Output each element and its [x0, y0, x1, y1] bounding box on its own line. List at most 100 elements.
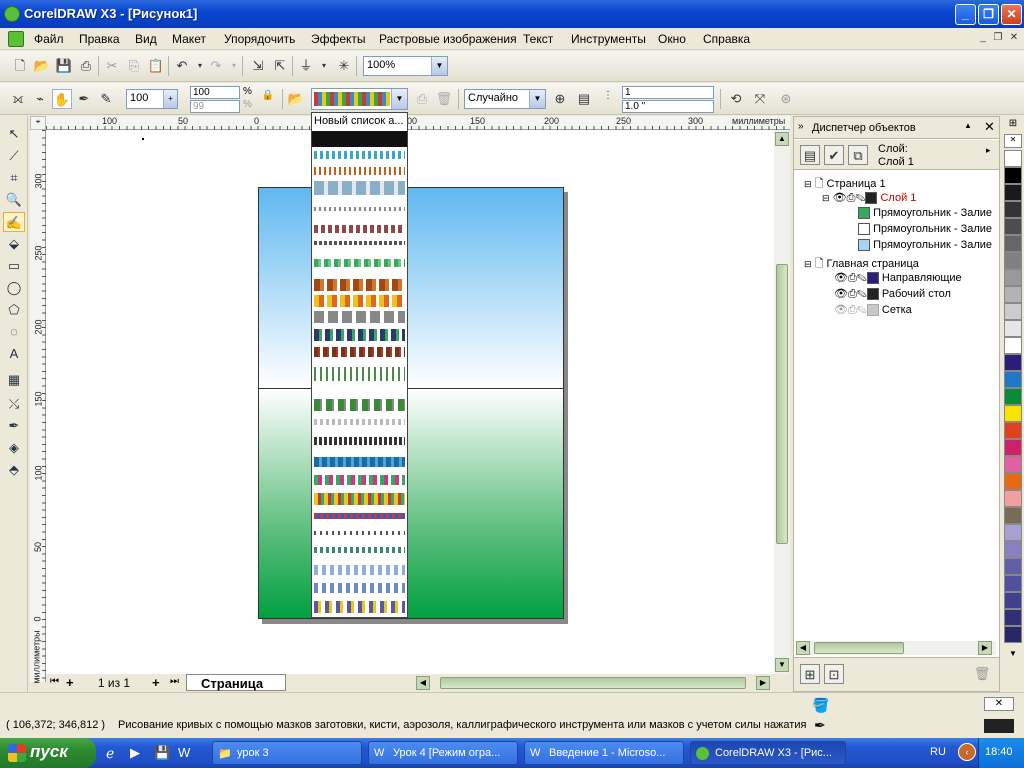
- drawing-canvas[interactable]: [46, 130, 774, 674]
- brush-item[interactable]: [314, 565, 405, 575]
- color-swatch[interactable]: [1004, 405, 1022, 422]
- no-color-swatch[interactable]: ✕: [1004, 134, 1022, 148]
- pencil-icon[interactable]: ✎: [857, 288, 867, 300]
- color-swatch[interactable]: [1004, 439, 1022, 456]
- scroll-up-icon[interactable]: ▲: [775, 132, 789, 146]
- brush-item[interactable]: [314, 475, 405, 485]
- basic-shapes-tool-icon[interactable]: ◌: [3, 322, 25, 342]
- printer-icon[interactable]: ⎙: [848, 272, 857, 284]
- launcher-dropdown-icon[interactable]: ▾: [314, 56, 334, 76]
- menu-help[interactable]: Справка: [703, 32, 750, 46]
- calligraphic-icon[interactable]: ✒: [74, 89, 94, 109]
- export-icon[interactable]: ⇱: [270, 56, 290, 76]
- menu-edit[interactable]: Правка: [79, 32, 120, 46]
- vertical-ruler[interactable]: 300 250 200 150 100 50 0 миллиметры: [30, 130, 46, 684]
- spacing-spin[interactable]: 1.0 ": [622, 100, 714, 113]
- brush-item[interactable]: [314, 207, 405, 211]
- color-swatch[interactable]: [1004, 507, 1022, 524]
- color-swatch[interactable]: [1004, 558, 1022, 575]
- restore-button[interactable]: ❐: [978, 4, 999, 25]
- pick-tool-icon[interactable]: ↖: [3, 124, 25, 144]
- fill-status-swatch[interactable]: ✕: [984, 697, 1014, 711]
- close-button[interactable]: ✕: [1001, 4, 1022, 25]
- dabs-spin[interactable]: 1: [622, 86, 714, 99]
- tree-node-rect-blue[interactable]: Прямоугольник - Залие: [858, 239, 992, 252]
- brush-icon[interactable]: ⌁: [30, 89, 50, 109]
- ruler-origin-icon[interactable]: ⌖: [30, 116, 46, 130]
- menu-view[interactable]: Вид: [135, 32, 157, 46]
- color-swatch[interactable]: [1004, 609, 1022, 626]
- brush-item[interactable]: [314, 513, 405, 519]
- task-word-lesson4[interactable]: W Урок 4 [Режим огра...: [368, 741, 518, 765]
- chevron-down-icon[interactable]: ▼: [431, 57, 447, 75]
- size-spin-1[interactable]: 100: [190, 86, 240, 99]
- polygon-tool-icon[interactable]: ⬠: [3, 300, 25, 320]
- scroll-thumb[interactable]: [776, 264, 788, 544]
- tab-page-1[interactable]: Страница 1: [186, 674, 286, 706]
- scroll-down-icon[interactable]: ▼: [775, 658, 789, 672]
- pencil-icon[interactable]: ✎: [857, 304, 867, 316]
- menu-text[interactable]: Текст: [523, 32, 553, 46]
- brush-item[interactable]: [314, 279, 405, 291]
- eyedropper-tool-icon[interactable]: ⤯: [3, 394, 25, 414]
- eye-icon[interactable]: 👁: [834, 304, 848, 316]
- color-swatch[interactable]: [1004, 218, 1022, 235]
- palette-scroll-down-icon[interactable]: ▼: [1004, 649, 1022, 663]
- ellipse-tool-icon[interactable]: ◯: [3, 278, 25, 298]
- color-swatch[interactable]: [1004, 354, 1022, 371]
- color-swatch[interactable]: [1004, 371, 1022, 388]
- color-swatch[interactable]: [1004, 252, 1022, 269]
- shape-tool-icon[interactable]: ⟋: [3, 146, 25, 166]
- outline-tool-icon[interactable]: ✒: [3, 416, 25, 436]
- eye-icon[interactable]: 👁: [834, 288, 848, 300]
- edit-across-layers-icon[interactable]: ✔: [824, 145, 844, 165]
- brush-item[interactable]: [314, 493, 405, 505]
- color-swatch[interactable]: [1004, 592, 1022, 609]
- brush-item[interactable]: [314, 367, 405, 381]
- print-icon[interactable]: ⎙: [76, 56, 96, 76]
- offset-icon[interactable]: ⤧: [750, 89, 770, 109]
- import-icon[interactable]: ⇲: [248, 56, 268, 76]
- color-swatch[interactable]: [1004, 150, 1022, 167]
- sprayer-icon[interactable]: ✋: [52, 89, 72, 109]
- scroll-left-icon[interactable]: ◀: [416, 676, 430, 690]
- brush-item[interactable]: [314, 329, 405, 341]
- color-swatch[interactable]: [1004, 490, 1022, 507]
- doc-close-icon[interactable]: ✕: [1006, 31, 1022, 45]
- edit-list-icon[interactable]: ▤: [574, 89, 594, 109]
- save-icon[interactable]: 💾: [54, 56, 74, 76]
- minimize-button[interactable]: _: [955, 4, 976, 25]
- brush-item[interactable]: [314, 295, 405, 307]
- dabs-icon[interactable]: ⋮: [598, 86, 618, 106]
- add-page-icon[interactable]: +: [66, 675, 74, 690]
- open-icon[interactable]: 📂: [32, 56, 52, 76]
- tree-node-guides[interactable]: 👁⎙✎ Направляющие: [834, 271, 962, 285]
- redo-icon[interactable]: ↷: [206, 56, 226, 76]
- layer-manager-view-icon[interactable]: ⧉: [848, 145, 868, 165]
- color-swatch[interactable]: [1004, 388, 1022, 405]
- add-page-icon[interactable]: +: [152, 675, 160, 690]
- menu-layout[interactable]: Макет: [172, 32, 206, 46]
- color-swatch[interactable]: [1004, 167, 1022, 184]
- collapse-icon[interactable]: ⊟: [804, 259, 812, 269]
- horizontal-ruler[interactable]: 100 50 0 50 100 150 200 250 300 миллимет…: [46, 116, 790, 130]
- menu-tools[interactable]: Инструменты: [571, 32, 646, 46]
- color-swatch[interactable]: [1004, 269, 1022, 286]
- color-swatch[interactable]: [1004, 337, 1022, 354]
- palette-menu-icon[interactable]: ⊞: [1004, 118, 1022, 132]
- printer-icon[interactable]: ⎙: [848, 288, 857, 300]
- pencil-icon[interactable]: ✎: [857, 272, 867, 284]
- color-swatch[interactable]: [1004, 524, 1022, 541]
- text-tool-icon[interactable]: A: [3, 344, 25, 364]
- h-scroll-thumb[interactable]: [440, 677, 746, 689]
- undo-icon[interactable]: ↶: [172, 56, 192, 76]
- media-player-icon[interactable]: ▶: [130, 745, 140, 761]
- menu-bitmaps[interactable]: Растровые изображения: [379, 32, 517, 46]
- color-swatch[interactable]: [1004, 235, 1022, 252]
- delete-icon[interactable]: 🗑: [972, 664, 992, 684]
- brush-item[interactable]: [314, 583, 405, 593]
- zoom-levels-select[interactable]: 100% ▼: [363, 56, 448, 76]
- brush-item[interactable]: [314, 225, 405, 233]
- tree-node-rect-white[interactable]: Прямоугольник - Залие: [858, 223, 992, 236]
- docker-grip-icon[interactable]: »: [798, 121, 804, 132]
